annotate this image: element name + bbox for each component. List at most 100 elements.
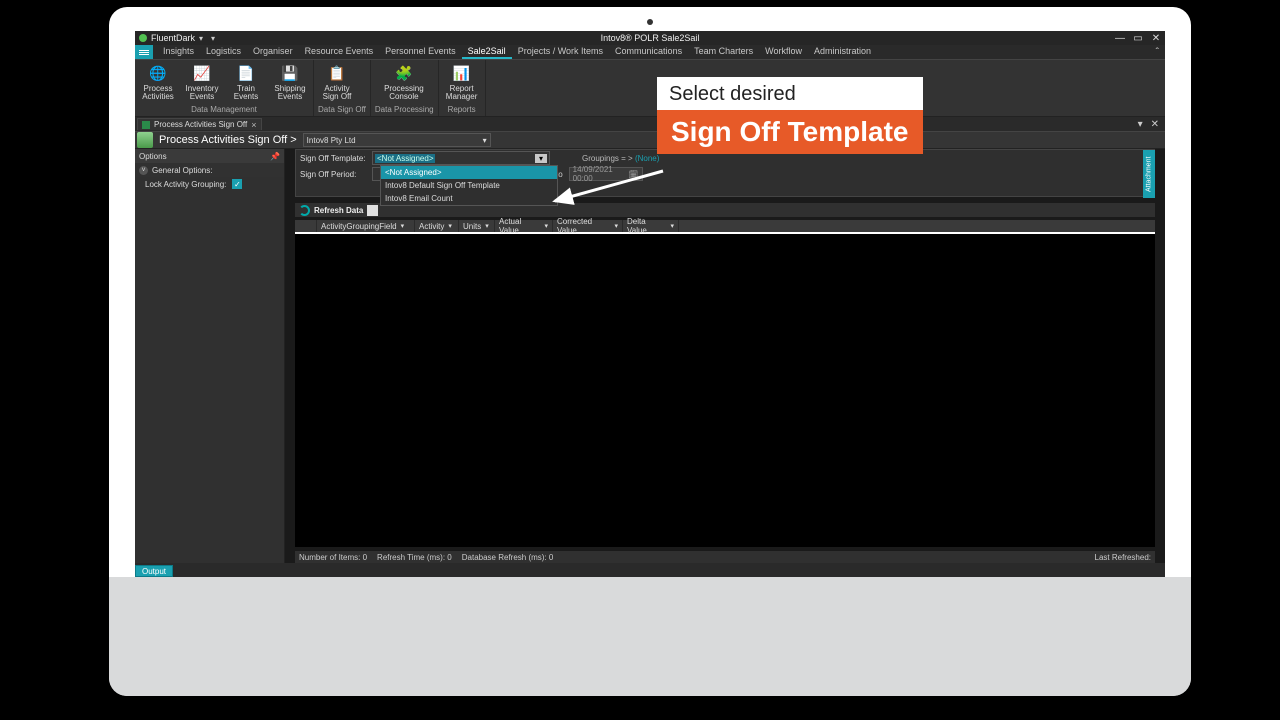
ribbon-tabs: Insights Logistics Organiser Resource Ev… (157, 45, 877, 59)
company-select[interactable]: Intov8 Pty Ltd ▾ (303, 133, 491, 147)
col-corrected-value[interactable]: Corrected Value▾ (553, 220, 623, 232)
col-activity[interactable]: Activity▾ (415, 220, 459, 232)
breadcrumb-bar: Process Activities Sign Off > Intov8 Pty… (135, 131, 1165, 149)
col-activity-grouping[interactable]: ActivityGroupingField▾ (317, 220, 415, 232)
desk-strip (109, 577, 1191, 696)
table-header: ActivityGroupingField▾ Activity▾ Units▾ … (295, 220, 1155, 234)
tab-resource-events[interactable]: Resource Events (299, 45, 380, 59)
activity-sign-off-icon: 📋 (325, 62, 349, 84)
status-last-refreshed: Last Refreshed: (1095, 553, 1151, 562)
processing-console-label: Processing Console (375, 85, 433, 102)
processing-console-button[interactable]: 🧩 Processing Console (375, 62, 433, 104)
collapse-icon: ˅ (139, 166, 148, 175)
monitor-bezel: FluentDark ▾ ▾ Intov8® POLR Sale2Sail — … (109, 7, 1191, 696)
document-tab-icon (142, 121, 150, 129)
chevron-down-icon: ▾ (483, 136, 487, 145)
process-activities-button[interactable]: 🌐 Process Activities (139, 62, 177, 104)
tab-insights[interactable]: Insights (157, 45, 200, 59)
ribbon-tab-strip: Insights Logistics Organiser Resource Ev… (135, 45, 1165, 59)
activity-sign-off-button[interactable]: 📋 Activity Sign Off (318, 62, 356, 104)
document-tab-close-icon[interactable]: × (251, 120, 256, 130)
ribbon: 🌐 Process Activities 📈 Inventory Events … (135, 59, 1165, 117)
report-manager-button[interactable]: 📊 Report Manager (443, 62, 481, 104)
ribbon-group-reports: 📊 Report Manager Reports (439, 60, 486, 116)
title-bar: FluentDark ▾ ▾ Intov8® POLR Sale2Sail — … (135, 31, 1165, 45)
clear-filters-button[interactable] (367, 205, 378, 216)
options-header: Options 📌 (135, 149, 284, 163)
shipping-events-button[interactable]: 💾 Shipping Events (271, 62, 309, 104)
doc-close-all-icon[interactable]: ✕ (1151, 119, 1159, 130)
row-selector-column (295, 220, 317, 232)
col-actual-value[interactable]: Actual Value▾ (495, 220, 553, 232)
lock-activity-grouping-checkbox[interactable]: ✓ (232, 179, 242, 189)
report-manager-label: Report Manager (443, 85, 481, 102)
ribbon-collapse-icon[interactable]: ˆ (1156, 47, 1165, 58)
main-panel: Sign Off Template: <Not Assigned> ▾ Grou… (285, 149, 1165, 563)
status-db-refresh: Database Refresh (ms): 0 (462, 553, 554, 562)
tab-logistics[interactable]: Logistics (200, 45, 247, 59)
group-title-data-sign-off: Data Sign Off (318, 104, 366, 114)
general-options-section[interactable]: ˅ General Options: (135, 163, 284, 177)
inventory-events-button[interactable]: 📈 Inventory Events (183, 62, 221, 104)
breadcrumb-icon (137, 132, 153, 148)
shipping-events-icon: 💾 (278, 62, 302, 84)
template-option-email-count[interactable]: Intov8 Email Count (381, 192, 557, 205)
results-table: ActivityGroupingField▾ Activity▾ Units▾ … (295, 220, 1155, 547)
page-title: Process Activities Sign Off > (153, 134, 303, 146)
inventory-events-label: Inventory Events (183, 85, 221, 102)
col-delta-value[interactable]: Delta Value▾ (623, 220, 679, 232)
sidebar: Options 📌 ˅ General Options: Lock Activi… (135, 149, 285, 563)
shipping-events-label: Shipping Events (271, 85, 309, 102)
tab-workflow[interactable]: Workflow (759, 45, 808, 59)
tab-personnel-events[interactable]: Personnel Events (379, 45, 462, 59)
ribbon-group-data-management: 🌐 Process Activities 📈 Inventory Events … (135, 60, 314, 116)
tab-organiser[interactable]: Organiser (247, 45, 299, 59)
inventory-events-icon: 📈 (190, 62, 214, 84)
tab-projects[interactable]: Projects / Work Items (512, 45, 609, 59)
group-title-reports: Reports (443, 104, 481, 114)
callout-line2: Sign Off Template (657, 110, 923, 154)
general-options-label: General Options: (152, 166, 212, 175)
app-menu-button[interactable] (135, 45, 153, 59)
sign-off-template-dropdown[interactable]: <Not Assigned> Intov8 Default Sign Off T… (380, 165, 558, 206)
template-option-not-assigned[interactable]: <Not Assigned> (381, 166, 557, 179)
callout-line1: Select desired (657, 77, 923, 112)
refresh-icon[interactable] (299, 205, 310, 216)
pin-icon[interactable]: 📌 (270, 152, 280, 161)
tab-administration[interactable]: Administration (808, 45, 877, 59)
sign-off-template-select[interactable]: <Not Assigned> ▾ (372, 151, 550, 165)
status-bar: Number of Items: 0 Refresh Time (ms): 0 … (295, 551, 1155, 563)
app-window: FluentDark ▾ ▾ Intov8® POLR Sale2Sail — … (135, 31, 1165, 577)
lock-activity-grouping-row: Lock Activity Grouping: ✓ (135, 177, 284, 191)
lock-activity-grouping-label: Lock Activity Grouping: (145, 180, 226, 189)
sign-off-template-label: Sign Off Template: (300, 154, 366, 163)
tab-team-charters[interactable]: Team Charters (688, 45, 759, 59)
group-title-data-processing: Data Processing (375, 104, 434, 114)
template-option-default[interactable]: Intov8 Default Sign Off Template (381, 179, 557, 192)
activity-sign-off-label: Activity Sign Off (318, 85, 356, 102)
col-units[interactable]: Units▾ (459, 220, 495, 232)
train-events-label: Train Events (227, 85, 265, 102)
process-activities-label: Process Activities (139, 85, 177, 102)
doc-dropdown-icon[interactable]: ▾ (1138, 119, 1143, 130)
document-tab[interactable]: Process Activities Sign Off × (137, 118, 262, 130)
tab-communications[interactable]: Communications (609, 45, 688, 59)
window-title: Intov8® POLR Sale2Sail (135, 33, 1165, 43)
train-events-button[interactable]: 📄 Train Events (227, 62, 265, 104)
attachment-tab[interactable]: Attachment (1143, 150, 1155, 198)
group-title-data-management: Data Management (139, 104, 309, 114)
sign-off-template-value: <Not Assigned> (375, 154, 435, 163)
tab-sale2sail[interactable]: Sale2Sail (462, 45, 512, 59)
processing-console-icon: 🧩 (392, 62, 416, 84)
company-select-value: Intov8 Pty Ltd (307, 136, 356, 145)
instruction-callout: Select desired Sign Off Template (657, 77, 923, 154)
output-tab[interactable]: Output (135, 565, 173, 577)
parameters-panel: Sign Off Template: <Not Assigned> ▾ Grou… (295, 149, 1155, 197)
refresh-button[interactable]: Refresh Data (314, 206, 363, 215)
document-tab-label: Process Activities Sign Off (154, 120, 247, 129)
status-items: Number of Items: 0 (299, 553, 367, 562)
ribbon-group-data-processing: 🧩 Processing Console Data Processing (371, 60, 439, 116)
sign-off-period-label: Sign Off Period: (300, 170, 366, 179)
train-events-icon: 📄 (234, 62, 258, 84)
screen: FluentDark ▾ ▾ Intov8® POLR Sale2Sail — … (135, 31, 1165, 577)
